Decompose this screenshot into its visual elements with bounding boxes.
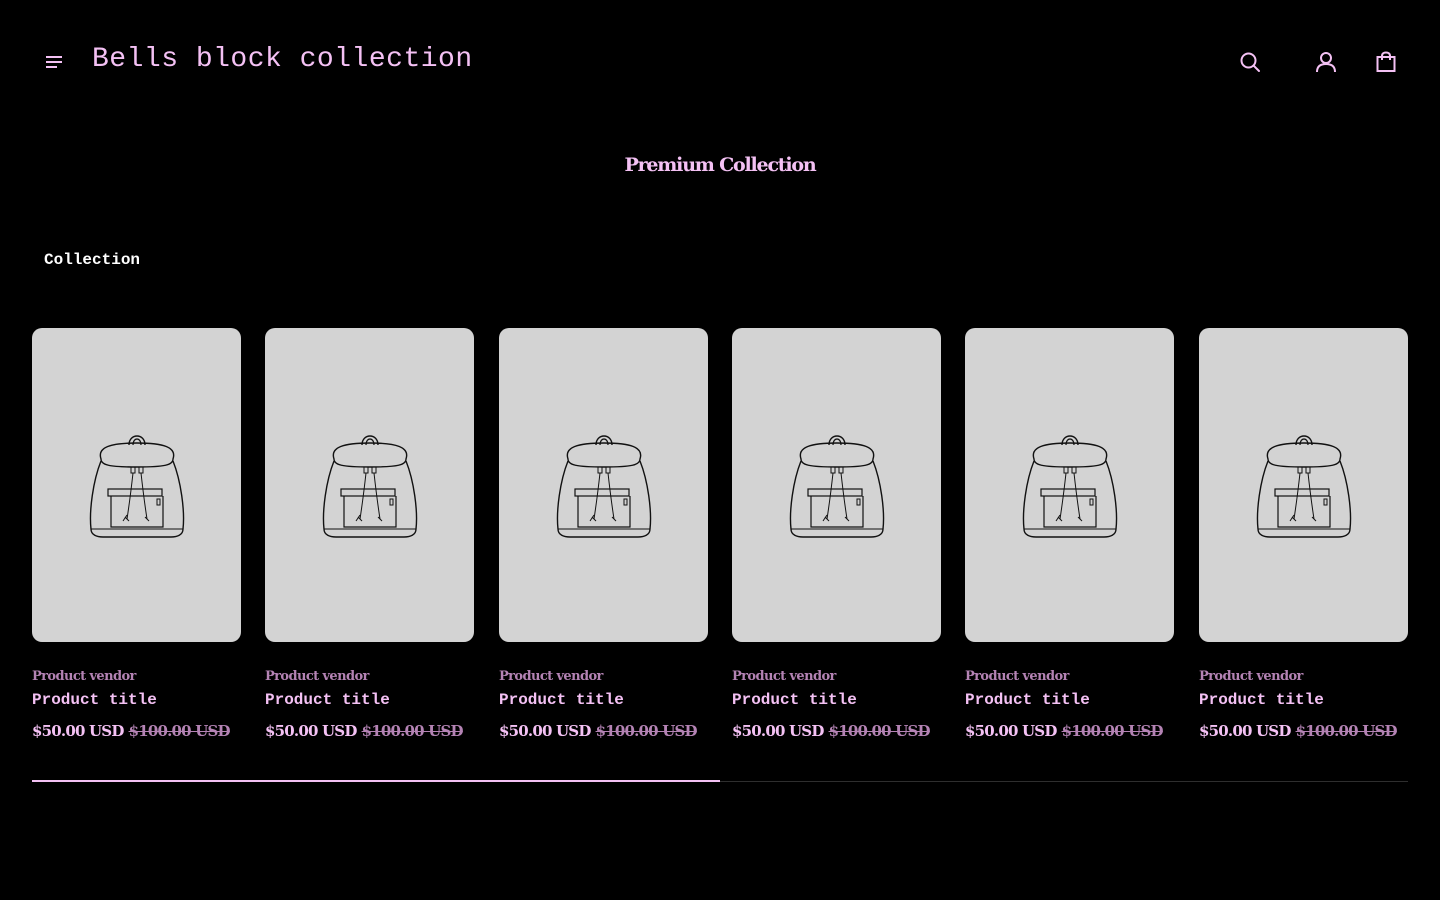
product-title[interactable]: Product title (265, 690, 474, 710)
cart-button[interactable] (1372, 48, 1400, 76)
regular-price: $100.00 USD (595, 722, 698, 740)
product-image[interactable] (32, 328, 241, 642)
menu-button[interactable] (40, 48, 68, 76)
product-image[interactable] (732, 328, 941, 642)
account-icon (1316, 52, 1336, 73)
regular-price: $100.00 USD (1295, 722, 1398, 740)
regular-price: $100.00 USD (828, 722, 931, 740)
product-card[interactable]: Product vendor Product title $50.00 USD $… (1199, 328, 1408, 742)
product-price: $50.00 USD $100.00 USD (32, 721, 241, 742)
store-name-link[interactable]: Bells block collection (92, 42, 473, 78)
shopping-bag-icon (1376, 51, 1396, 72)
product-card[interactable]: Product vendor Product title $50.00 USD $… (32, 328, 241, 742)
collection-heading: Collection (44, 251, 141, 269)
regular-price: $100.00 USD (361, 722, 464, 740)
product-price: $50.00 USD $100.00 USD (965, 721, 1174, 742)
product-vendor: Product vendor (965, 669, 1069, 684)
hamburger-menu-icon (46, 56, 62, 68)
site-header: Bells block collection (0, 0, 1440, 122)
product-price: $50.00 USD $100.00 USD (732, 721, 941, 742)
product-title[interactable]: Product title (965, 690, 1174, 710)
product-card[interactable]: Product vendor Product title $50.00 USD $… (965, 328, 1174, 742)
regular-price: $100.00 USD (1061, 722, 1164, 740)
account-button[interactable] (1312, 48, 1340, 76)
product-vendor: Product vendor (1199, 669, 1303, 684)
product-vendor: Product vendor (32, 669, 136, 684)
sale-price: $50.00 USD (732, 722, 824, 740)
backpack-placeholder-icon (1256, 435, 1351, 538)
sale-price: $50.00 USD (265, 722, 357, 740)
sale-price: $50.00 USD (499, 722, 591, 740)
product-image[interactable] (499, 328, 708, 642)
sale-price: $50.00 USD (1199, 722, 1291, 740)
sale-price: $50.00 USD (32, 722, 124, 740)
product-image[interactable] (265, 328, 474, 642)
slider-scrollbar-thumb[interactable] (32, 780, 720, 782)
product-card[interactable]: Product vendor Product title $50.00 USD $… (499, 328, 708, 742)
product-image[interactable] (965, 328, 1174, 642)
backpack-placeholder-icon (556, 435, 651, 538)
product-image[interactable] (1199, 328, 1408, 642)
search-button[interactable] (1236, 48, 1264, 76)
product-vendor: Product vendor (265, 669, 369, 684)
sale-price: $50.00 USD (965, 722, 1057, 740)
backpack-placeholder-icon (322, 435, 417, 538)
section-title: Premium Collection (624, 154, 816, 176)
product-vendor: Product vendor (732, 669, 836, 684)
backpack-placeholder-icon (89, 435, 184, 538)
product-title[interactable]: Product title (499, 690, 708, 710)
product-title[interactable]: Product title (1199, 690, 1408, 710)
regular-price: $100.00 USD (128, 722, 231, 740)
product-title[interactable]: Product title (732, 690, 941, 710)
backpack-placeholder-icon (789, 435, 884, 538)
slider-scrollbar-track[interactable] (32, 780, 1408, 782)
product-title[interactable]: Product title (32, 690, 241, 710)
product-card[interactable]: Product vendor Product title $50.00 USD $… (732, 328, 941, 742)
product-price: $50.00 USD $100.00 USD (1199, 721, 1408, 742)
search-icon (1240, 52, 1260, 72)
product-vendor: Product vendor (499, 669, 603, 684)
product-card[interactable]: Product vendor Product title $50.00 USD $… (265, 328, 474, 742)
product-price: $50.00 USD $100.00 USD (499, 721, 708, 742)
backpack-placeholder-icon (1022, 435, 1117, 538)
product-price: $50.00 USD $100.00 USD (265, 721, 474, 742)
